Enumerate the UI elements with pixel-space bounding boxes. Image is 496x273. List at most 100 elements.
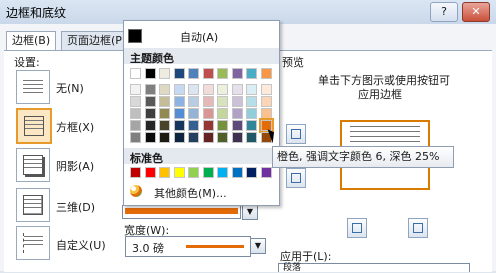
right-border-button[interactable] xyxy=(408,218,428,238)
theme-color-shade-swatch[interactable] xyxy=(246,84,257,95)
theme-color-shade-swatch[interactable] xyxy=(246,108,257,119)
theme-color-shade-swatch[interactable] xyxy=(217,84,228,95)
theme-color-shade-swatch[interactable] xyxy=(231,108,243,119)
close-button[interactable]: ✕ xyxy=(462,2,490,22)
theme-color-shade-swatch[interactable] xyxy=(159,84,170,95)
theme-color-shade-swatch[interactable] xyxy=(246,120,257,131)
width-dropdown-arrow[interactable]: ▼ xyxy=(250,238,266,254)
standard-colors-header: 标准色 xyxy=(124,148,279,165)
width-value: 3.0 磅 xyxy=(132,242,164,255)
standard-color-swatch[interactable] xyxy=(260,167,272,178)
left-border-button[interactable] xyxy=(347,218,367,238)
theme-color-shade-swatch[interactable] xyxy=(246,96,257,107)
settings-heading: 设置: xyxy=(14,56,40,69)
theme-color-shade-swatch[interactable] xyxy=(130,132,141,143)
setting-custom-thumb[interactable] xyxy=(16,226,50,260)
standard-color-swatch[interactable] xyxy=(130,167,141,178)
standard-color-swatch[interactable] xyxy=(159,167,170,178)
theme-color-shade-swatch[interactable] xyxy=(202,132,214,143)
setting-3d-label[interactable]: 三维(D) xyxy=(56,199,95,215)
theme-color-shade-swatch[interactable] xyxy=(260,108,272,119)
theme-color-shade-swatch[interactable] xyxy=(246,132,257,143)
theme-color-shade-swatch[interactable] xyxy=(231,132,243,143)
palette-icon xyxy=(130,185,142,197)
theme-color-shade-swatch[interactable] xyxy=(202,96,214,107)
theme-color-shade-swatch[interactable] xyxy=(173,120,185,131)
standard-color-swatch[interactable] xyxy=(217,167,228,178)
theme-color-swatch[interactable] xyxy=(144,68,156,79)
standard-color-swatch[interactable] xyxy=(144,167,156,178)
theme-color-shade-swatch[interactable] xyxy=(144,108,156,119)
theme-color-shade-swatch[interactable] xyxy=(130,84,141,95)
setting-none-thumb[interactable] xyxy=(16,70,50,104)
theme-color-shade-swatch[interactable] xyxy=(188,120,199,131)
theme-color-shade-swatch[interactable] xyxy=(159,108,170,119)
theme-color-swatch[interactable] xyxy=(260,68,272,79)
theme-color-shade-swatch[interactable] xyxy=(130,96,141,107)
standard-color-swatch[interactable] xyxy=(231,167,243,178)
theme-color-shade-swatch[interactable] xyxy=(217,96,228,107)
standard-color-swatch[interactable] xyxy=(173,167,185,178)
theme-color-shade-swatch[interactable] xyxy=(217,108,228,119)
tab-page-borders[interactable]: 页面边框(P) xyxy=(61,31,133,50)
theme-color-shade-swatch[interactable] xyxy=(188,108,199,119)
theme-color-shade-swatch[interactable] xyxy=(260,96,272,107)
theme-color-shade-swatch[interactable] xyxy=(260,84,272,95)
theme-color-shade-swatch[interactable] xyxy=(202,120,214,131)
apply-to-value: 段落 xyxy=(283,263,302,273)
dialog-title: 边框和底纹 xyxy=(6,6,67,20)
theme-color-shade-swatch[interactable] xyxy=(173,108,185,119)
setting-shadow-label[interactable]: 阴影(A) xyxy=(56,158,94,174)
theme-color-shade-swatch[interactable] xyxy=(159,132,170,143)
setting-box-label[interactable]: 方框(X) xyxy=(56,119,94,135)
theme-color-shade-swatch[interactable] xyxy=(144,96,156,107)
theme-color-shade-swatch[interactable] xyxy=(231,120,243,131)
theme-color-shade-swatch[interactable] xyxy=(130,120,141,131)
more-colors-item[interactable]: 其他颜色(M)... xyxy=(124,182,279,200)
theme-color-shade-swatch[interactable] xyxy=(202,84,214,95)
theme-color-swatch[interactable] xyxy=(130,68,141,79)
color-select[interactable] xyxy=(122,205,241,219)
theme-color-swatch[interactable] xyxy=(246,68,257,79)
theme-color-shade-swatch[interactable] xyxy=(217,120,228,131)
standard-color-swatch[interactable] xyxy=(188,167,199,178)
bottom-border-button[interactable] xyxy=(286,168,306,188)
color-dropdown-arrow[interactable]: ▼ xyxy=(242,204,258,220)
theme-color-shade-swatch[interactable] xyxy=(202,108,214,119)
theme-color-shade-swatch[interactable] xyxy=(173,84,185,95)
setting-none-label[interactable]: 无(N) xyxy=(56,80,84,96)
theme-color-shade-swatch[interactable] xyxy=(231,96,243,107)
setting-box-thumb[interactable] xyxy=(16,108,52,144)
theme-color-swatch[interactable] xyxy=(159,68,170,79)
theme-color-swatch[interactable] xyxy=(173,68,185,79)
setting-3d-thumb[interactable] xyxy=(16,188,50,222)
theme-color-shade-swatch[interactable] xyxy=(188,132,199,143)
theme-color-shade-swatch[interactable] xyxy=(188,96,199,107)
tab-borders[interactable]: 边框(B) xyxy=(6,31,57,51)
theme-color-shade-swatch[interactable] xyxy=(159,96,170,107)
theme-color-shade-swatch[interactable] xyxy=(173,96,185,107)
theme-color-swatch[interactable] xyxy=(217,68,228,79)
theme-color-shade-swatch[interactable] xyxy=(188,84,199,95)
width-select[interactable]: 3.0 磅 xyxy=(125,236,251,257)
color-picker-popup: 自动(A) 主题颜色 标准色 其他颜色(M)... xyxy=(123,20,280,206)
theme-color-shade-swatch[interactable] xyxy=(231,84,243,95)
setting-custom-label[interactable]: 自定义(U) xyxy=(56,237,106,253)
theme-color-shade-swatch[interactable] xyxy=(144,84,156,95)
automatic-color-item[interactable]: 自动(A) xyxy=(124,25,279,44)
theme-color-swatch[interactable] xyxy=(202,68,214,79)
setting-shadow-thumb[interactable] xyxy=(16,148,50,182)
theme-color-shade-swatch[interactable] xyxy=(144,120,156,131)
theme-color-swatch[interactable] xyxy=(231,68,243,79)
theme-color-swatch[interactable] xyxy=(188,68,199,79)
theme-colors-label: 主题颜色 xyxy=(130,52,174,65)
theme-color-shade-swatch[interactable] xyxy=(159,120,170,131)
theme-color-shade-swatch[interactable] xyxy=(144,132,156,143)
standard-color-swatch[interactable] xyxy=(202,167,214,178)
help-button[interactable]: ? xyxy=(430,2,458,22)
standard-color-swatch[interactable] xyxy=(246,167,257,178)
theme-color-shade-swatch[interactable] xyxy=(130,108,141,119)
theme-color-shade-swatch[interactable] xyxy=(173,132,185,143)
top-border-button[interactable] xyxy=(286,124,306,144)
theme-color-shade-swatch[interactable] xyxy=(217,132,228,143)
